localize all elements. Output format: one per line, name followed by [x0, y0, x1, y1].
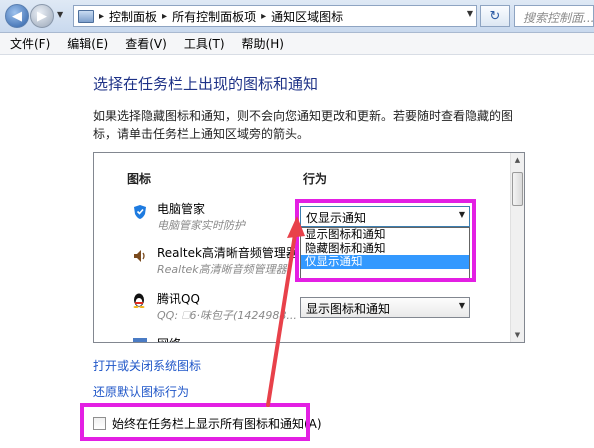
forward-arrow-icon: ▶	[37, 8, 47, 24]
chevron-down-icon: ▼	[458, 301, 465, 310]
search-input[interactable]: 搜索控制面...	[514, 5, 594, 27]
chevron-right-icon[interactable]: ▸	[99, 11, 104, 22]
breadcrumb[interactable]: ▸ 控制面板 ▸ 所有控制面板项 ▸ 通知区域图标 ▼	[73, 5, 477, 27]
row-sub-qq: QQ: 🗆6·味包子(1424988...	[157, 309, 297, 322]
search-placeholder: 搜索控制面...	[523, 11, 594, 25]
speaker-icon	[134, 250, 145, 262]
menu-view[interactable]: 查看(V)	[125, 35, 167, 52]
breadcrumb-all-items[interactable]: 所有控制面板项	[172, 8, 256, 25]
refresh-icon: ↻	[489, 8, 501, 24]
option-show-icon-and-notifications[interactable]: 显示图标和通知	[301, 227, 469, 242]
page-title: 选择在任务栏上出现的图标和通知	[93, 75, 319, 93]
behavior-select-pc-manager[interactable]: 仅显示通知 ▼	[300, 206, 470, 227]
breadcrumb-notification-icons[interactable]: 通知区域图标	[271, 8, 343, 25]
back-arrow-icon: ◀	[12, 8, 22, 24]
notification-icons-list[interactable]: 图标 行为 电脑管家 电脑管家实时防护 仅显示通知 ▼ 显示图标和通知 隐藏图标…	[93, 152, 525, 343]
page-description: 如果选择隐藏图标和通知，则不会向您通知更改和更新。若要随时查看隐藏的图标，请单击…	[93, 109, 514, 141]
row-name-pc-manager: 电脑管家	[157, 202, 206, 216]
qq-penguin-icon	[133, 293, 145, 308]
forward-button[interactable]: ▶	[30, 4, 54, 28]
recent-pages-dropdown[interactable]: ▼	[57, 10, 63, 19]
menu-edit[interactable]: 编辑(E)	[67, 35, 108, 52]
column-header-icon: 图标	[127, 172, 152, 186]
scroll-thumb[interactable]	[512, 172, 523, 206]
option-hide-icon-and-notifications[interactable]: 隐藏图标和通知	[301, 241, 469, 256]
always-show-all-checkbox[interactable]	[93, 417, 106, 430]
main-content: 选择在任务栏上出现的图标和通知 如果选择隐藏图标和通知，则不会向您通知更改和更新…	[0, 55, 594, 448]
selected-value: 显示图标和通知	[306, 302, 391, 316]
row-name-qq: 腾讯QQ	[157, 292, 200, 306]
behavior-dropdown-list[interactable]: 显示图标和通知 隐藏图标和通知 仅显示通知	[300, 227, 470, 282]
chevron-right-icon[interactable]: ▸	[261, 11, 266, 22]
column-header-behavior: 行为	[303, 172, 328, 186]
menu-help[interactable]: 帮助(H)	[242, 35, 284, 52]
list-scrollbar[interactable]: ▲ ▼	[510, 153, 524, 342]
row-name-realtek: Realtek高清晰音频管理器	[157, 246, 298, 260]
menu-tools[interactable]: 工具(T)	[184, 35, 225, 52]
option-only-show-notifications[interactable]: 仅显示通知	[301, 254, 469, 269]
control-panel-window: ◀ ▶ ▼ ▸ 控制面板 ▸ 所有控制面板项 ▸ 通知区域图标 ▼ ↻ 搜索控制…	[0, 0, 594, 448]
behavior-select-qq[interactable]: 显示图标和通知 ▼	[300, 297, 470, 318]
control-panel-icon	[78, 9, 94, 23]
breadcrumb-control-panel[interactable]: 控制面板	[109, 8, 157, 25]
row-name-network: 网络	[157, 335, 181, 342]
chevron-right-icon[interactable]: ▸	[162, 11, 167, 22]
chevron-down-icon: ▼	[458, 210, 465, 219]
selected-value: 仅显示通知	[306, 211, 367, 225]
scroll-up-icon[interactable]: ▲	[511, 153, 524, 167]
menu-file[interactable]: 文件(F)	[10, 35, 50, 52]
always-show-all-label: 始终在任务栏上显示所有图标和通知(A)	[112, 417, 322, 431]
shield-icon	[134, 205, 146, 219]
refresh-button[interactable]: ↻	[480, 5, 510, 27]
always-show-all-checkbox-row[interactable]: 始终在任务栏上显示所有图标和通知(A)	[93, 415, 322, 432]
address-bar: ◀ ▶ ▼ ▸ 控制面板 ▸ 所有控制面板项 ▸ 通知区域图标 ▼ ↻ 搜索控制…	[0, 0, 594, 33]
back-button[interactable]: ◀	[5, 4, 29, 28]
system-icons-link[interactable]: 打开或关闭系统图标	[93, 357, 201, 374]
menu-bar: 文件(F) 编辑(E) 查看(V) 工具(T) 帮助(H)	[0, 33, 594, 55]
restore-defaults-link[interactable]: 还原默认图标行为	[93, 383, 189, 400]
row-sub-pc-manager: 电脑管家实时防护	[157, 219, 245, 232]
network-icon	[133, 338, 147, 342]
chevron-down-icon[interactable]: ▼	[467, 9, 473, 18]
scroll-down-icon[interactable]: ▼	[511, 328, 524, 342]
row-sub-realtek: Realtek高清晰音频管理器	[157, 263, 287, 276]
